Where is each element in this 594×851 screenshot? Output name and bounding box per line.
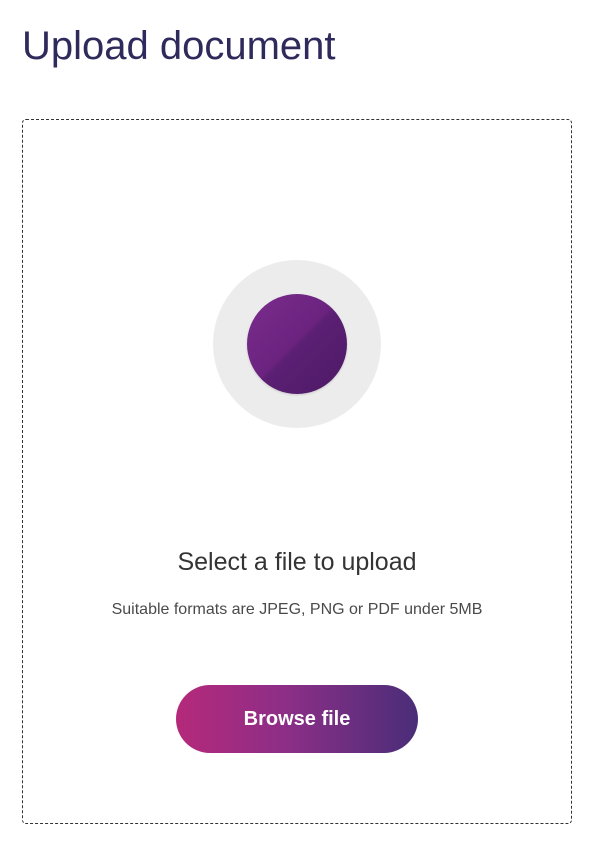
upload-dropzone[interactable]: Select a file to upload Suitable formats… bbox=[22, 119, 572, 824]
page-title: Upload document bbox=[22, 24, 572, 69]
upload-icon bbox=[213, 260, 381, 428]
browse-file-button[interactable]: Browse file bbox=[176, 685, 418, 753]
instruction-subtitle: Suitable formats are JPEG, PNG or PDF un… bbox=[112, 601, 483, 619]
instruction-title: Select a file to upload bbox=[177, 548, 416, 577]
upload-icon-inner bbox=[247, 294, 347, 394]
